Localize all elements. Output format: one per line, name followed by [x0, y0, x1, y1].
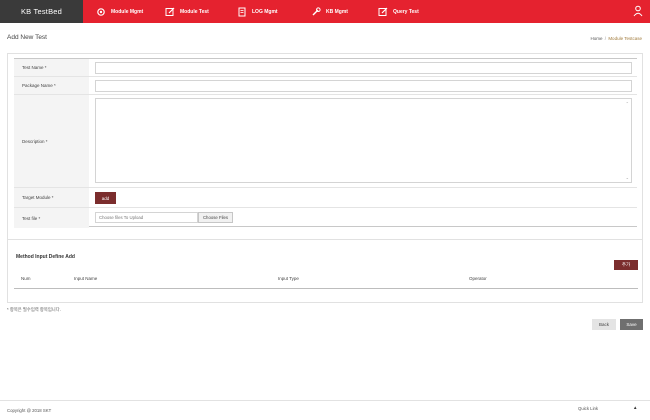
caret-up-icon[interactable]: ▲ — [633, 405, 637, 410]
nav-query-test-label: Query Test — [393, 8, 419, 15]
add-method-input-button[interactable]: 추가 — [614, 260, 638, 270]
breadcrumb-home[interactable]: Home — [591, 36, 603, 41]
form-row-test-file: Test file * Choose files To Upload Choos… — [14, 208, 637, 228]
package-name-input[interactable] — [95, 80, 632, 92]
required-fields-note: * 항목은 필수입력 항목입니다. — [7, 307, 61, 312]
gear-icon — [97, 7, 105, 16]
method-section-title: Method Input Define Add — [16, 254, 75, 260]
nav-log-mgmt-label: LOG Mgmt — [252, 8, 278, 15]
document-icon — [238, 7, 246, 16]
brand-logo[interactable]: KB TestBed — [0, 0, 83, 23]
nav-kb-mgmt[interactable]: KB Mgmt — [311, 0, 348, 23]
edit-icon — [378, 7, 388, 16]
test-name-label: Test Name * — [14, 59, 89, 76]
scroll-down-icon[interactable]: ⌄ — [626, 175, 629, 180]
test-name-input[interactable] — [95, 62, 632, 74]
nav-kb-mgmt-label: KB Mgmt — [326, 8, 348, 15]
scroll-up-icon[interactable]: ⌃ — [626, 101, 629, 106]
add-target-module-button[interactable]: add — [95, 192, 116, 204]
method-table-header: Num Input Name Input Type Operator — [14, 272, 638, 289]
package-name-label: Package Name * — [14, 77, 89, 94]
edit-icon — [165, 7, 175, 16]
method-input-card: Method Input Define Add 추가 Num Input Nam… — [7, 240, 643, 303]
user-icon[interactable] — [633, 5, 643, 17]
nav-module-test-label: Module Test — [180, 8, 209, 15]
column-header-input-name: Input Name — [74, 276, 98, 281]
footer: Copyright @ 2018 SKT Quick Link ▲ — [0, 400, 650, 420]
test-file-label: Test file * — [14, 208, 89, 228]
nav-module-mgmt-label: Module Mgmt — [111, 8, 144, 15]
back-button[interactable]: Back — [592, 319, 616, 330]
description-textarea[interactable]: ⌃ ⌄ — [95, 98, 632, 183]
nav-query-test[interactable]: Query Test — [378, 0, 419, 23]
wrench-icon — [312, 6, 321, 15]
copyright-text: Copyright @ 2018 SKT — [7, 408, 52, 413]
target-module-label: Target Module * — [14, 188, 89, 207]
choose-files-button[interactable]: Choose Files — [198, 212, 233, 223]
file-upload-field[interactable]: Choose files To Upload — [95, 212, 198, 223]
nav-module-test[interactable]: Module Test — [165, 0, 209, 23]
column-header-input-type: Input Type — [278, 276, 299, 281]
test-form-card: Test Name * Package Name * Description *… — [7, 53, 643, 240]
save-button[interactable]: Save — [620, 319, 643, 330]
column-header-num: Num — [21, 276, 31, 281]
column-header-operator: Operator — [469, 276, 487, 281]
breadcrumb: Home / Module Testcase — [591, 36, 643, 41]
test-form: Test Name * Package Name * Description *… — [14, 58, 637, 228]
form-row-target-module: Target Module * add — [14, 188, 637, 208]
page-title: Add New Test — [7, 34, 47, 41]
breadcrumb-current: Module Testcase — [608, 36, 642, 41]
form-row-package-name: Package Name * — [14, 77, 637, 95]
breadcrumb-separator: / — [604, 36, 607, 41]
nav-module-mgmt[interactable]: Module Mgmt — [96, 0, 143, 23]
nav-log-mgmt[interactable]: LOG Mgmt — [237, 0, 278, 23]
form-row-description: Description * ⌃ ⌄ — [14, 95, 637, 188]
description-label: Description * — [14, 95, 89, 187]
quick-link[interactable]: Quick Link — [578, 406, 598, 411]
top-navigation-bar: KB TestBed Module Mgmt Module Test LOG M… — [0, 0, 650, 23]
form-row-test-name: Test Name * — [14, 59, 637, 77]
